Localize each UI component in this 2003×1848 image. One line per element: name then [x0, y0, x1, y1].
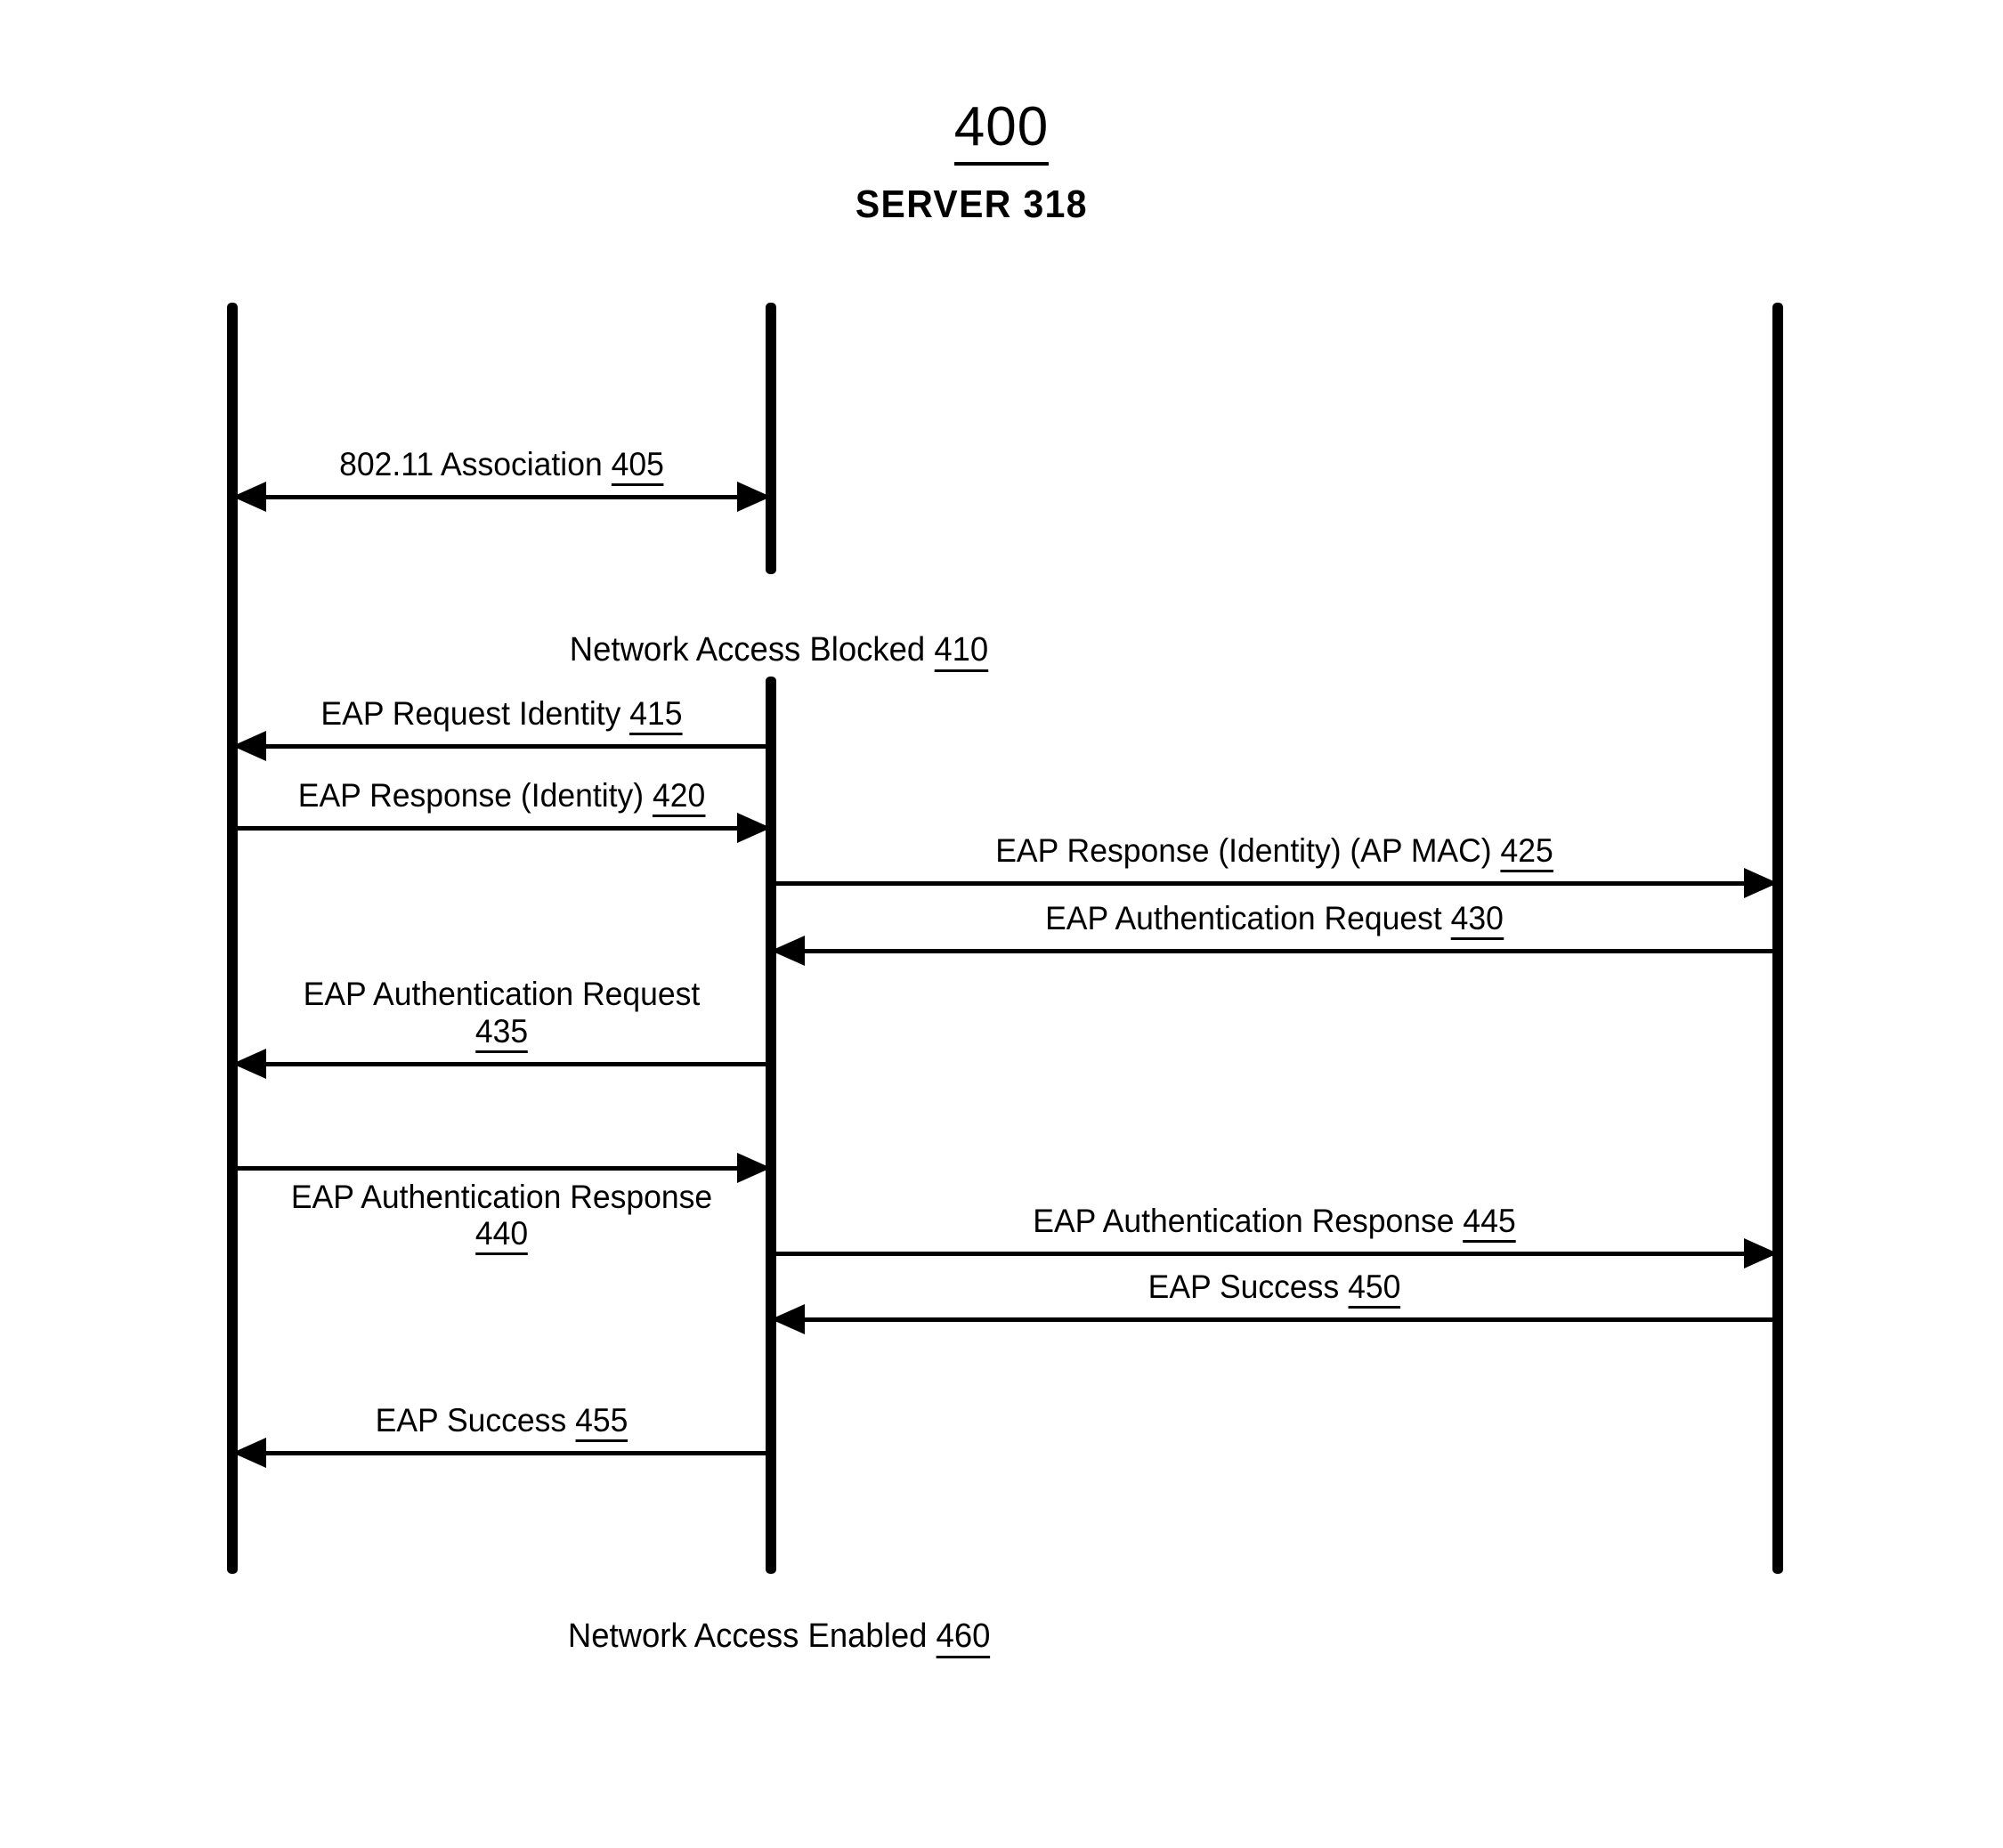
message-arrow-430	[771, 949, 1778, 953]
lifeline-ap-segment-1	[766, 303, 776, 574]
arrowhead-right-420	[737, 813, 771, 843]
message-text-420: EAP Response (Identity)	[297, 776, 653, 814]
message-label-440: EAP Authentication Response 440	[243, 1179, 760, 1256]
message-arrow-440	[232, 1166, 771, 1171]
arrowhead-left-430	[771, 936, 805, 966]
message-ref-425: 425	[1500, 831, 1553, 872]
lifeline-server	[1772, 303, 1783, 1574]
note-460: Network Access Enabled 460	[567, 1617, 991, 1658]
message-label-405: 802.11 Association 405	[243, 445, 760, 486]
message-text-450: EAP Success	[1147, 1268, 1349, 1305]
arrowhead-left-405	[232, 482, 266, 512]
note-ref-460: 460	[936, 1617, 991, 1658]
arrowhead-left-450	[771, 1304, 805, 1334]
arrowhead-right-425	[1744, 868, 1778, 898]
message-ref-415: 415	[629, 694, 683, 735]
message-label-455: EAP Success 455	[243, 1401, 760, 1442]
message-arrow-445	[771, 1252, 1778, 1256]
message-label-445: EAP Authentication Response 445	[791, 1202, 1758, 1243]
message-arrow-450	[771, 1317, 1778, 1322]
arrowhead-left-455	[232, 1438, 266, 1468]
note-410: Network Access Blocked 410	[569, 631, 989, 672]
message-ref-430: 430	[1450, 899, 1504, 940]
message-label-425: EAP Response (Identity) (AP MAC) 425	[791, 831, 1758, 872]
message-text-435: EAP Authentication Request	[303, 976, 701, 1013]
message-ref-435: 435	[474, 1012, 529, 1053]
note-text-410: Network Access Blocked	[569, 631, 935, 669]
message-label-435: EAP Authentication Request 435	[243, 976, 760, 1053]
message-text-425: EAP Response (Identity) (AP MAC)	[995, 831, 1501, 869]
arrowhead-left-435	[232, 1049, 266, 1079]
message-arrow-420	[232, 826, 771, 831]
message-label-415: EAP Request Identity 415	[243, 694, 760, 735]
note-ref-410: 410	[934, 631, 989, 672]
message-ref-405: 405	[611, 445, 664, 486]
message-text-455: EAP Success	[375, 1401, 576, 1439]
message-label-430: EAP Authentication Request 430	[791, 899, 1758, 940]
figure-canvas: 400 CLIENT 312AP 314SERVER 318802.11 Ass…	[0, 0, 2003, 1848]
figure-number: 400	[0, 96, 2003, 166]
message-text-415: EAP Request Identity	[320, 694, 630, 732]
message-text-440: EAP Authentication Response	[290, 1179, 713, 1215]
arrowhead-right-445	[1744, 1238, 1778, 1268]
lifeline-ap-segment-2	[766, 677, 776, 1574]
figure-number-value: 400	[953, 96, 1050, 166]
message-ref-420: 420	[652, 776, 706, 817]
message-arrow-455	[232, 1451, 771, 1455]
arrowhead-right-405	[737, 482, 771, 512]
column-header-server: SERVER 318	[855, 182, 1088, 226]
message-arrow-405	[232, 495, 771, 499]
arrowhead-left-415	[232, 731, 266, 761]
message-ref-445: 445	[1463, 1202, 1516, 1243]
message-text-445: EAP Authentication Response	[1033, 1202, 1464, 1239]
message-text-405: 802.11 Association	[339, 445, 612, 482]
message-arrow-435	[232, 1062, 771, 1066]
message-ref-440: 440	[474, 1215, 529, 1256]
message-text-430: EAP Authentication Request	[1045, 899, 1451, 936]
message-ref-450: 450	[1348, 1268, 1401, 1309]
message-label-450: EAP Success 450	[791, 1268, 1758, 1309]
message-arrow-415	[232, 744, 771, 749]
message-arrow-425	[771, 881, 1778, 886]
message-ref-455: 455	[575, 1401, 628, 1442]
note-text-460: Network Access Enabled	[567, 1617, 937, 1655]
message-label-420: EAP Response (Identity) 420	[243, 776, 760, 817]
